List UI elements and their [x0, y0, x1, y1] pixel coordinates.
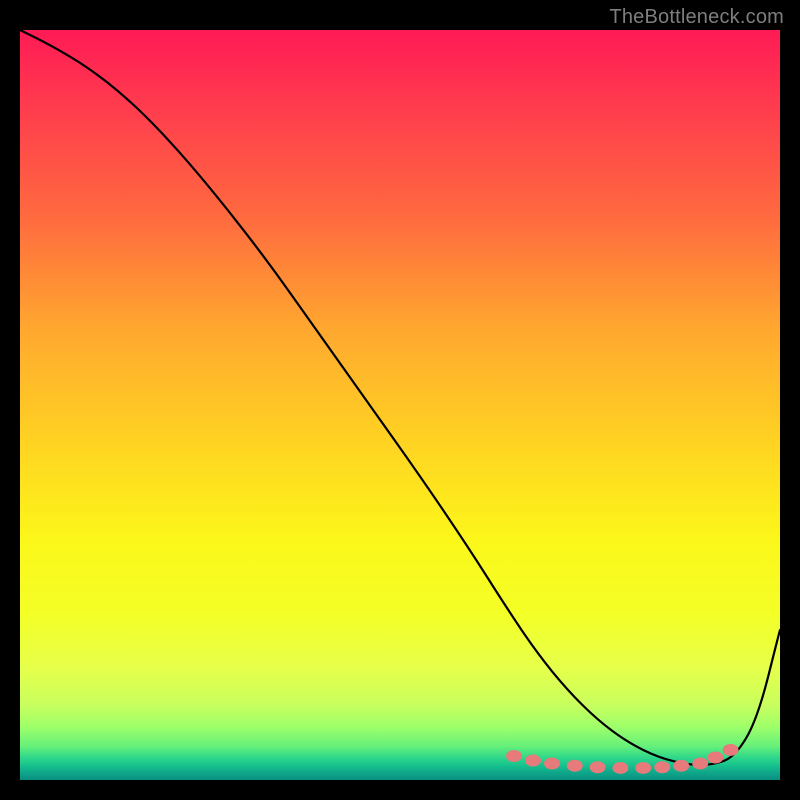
highlight-dot — [544, 758, 560, 770]
highlight-dot — [723, 744, 739, 756]
curve-svg — [20, 30, 780, 780]
bottleneck-curve-line — [20, 30, 780, 765]
highlight-dot — [612, 762, 628, 774]
highlight-dot — [673, 760, 689, 772]
highlight-dot — [707, 752, 723, 764]
highlight-dot — [635, 762, 651, 774]
highlight-dot — [567, 760, 583, 772]
highlight-dot — [506, 750, 522, 762]
highlight-dot — [590, 761, 606, 773]
watermark-text: TheBottleneck.com — [609, 6, 784, 29]
chart-frame: TheBottleneck.com — [0, 0, 800, 800]
highlight-dots-group — [506, 744, 738, 774]
highlight-dot — [692, 758, 708, 770]
highlight-dot — [525, 755, 541, 767]
highlight-dot — [654, 761, 670, 773]
plot-area — [18, 28, 782, 782]
